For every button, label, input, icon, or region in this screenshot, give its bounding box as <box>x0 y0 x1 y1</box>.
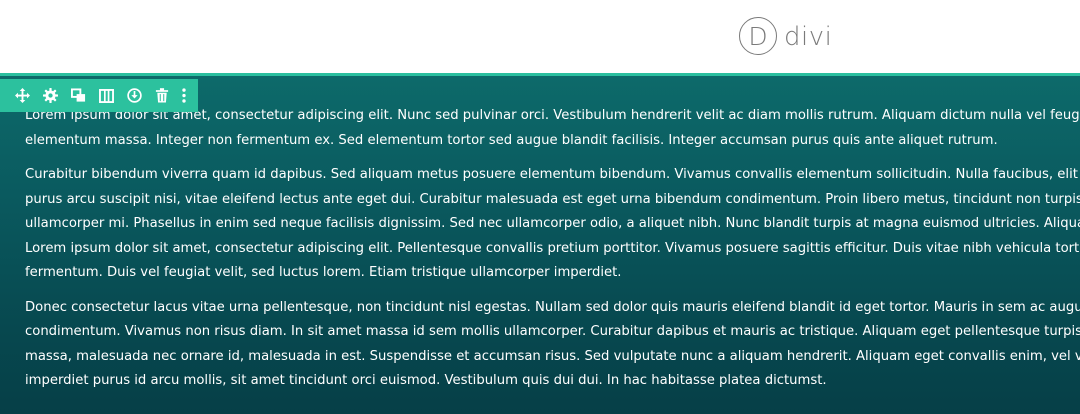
columns-button[interactable] <box>92 79 120 112</box>
paragraph: Curabitur bibendum viverra quam id dapib… <box>25 163 1080 286</box>
divi-logo[interactable]: D divi <box>739 15 832 57</box>
settings-button[interactable] <box>36 79 64 112</box>
logo-wordmark: divi <box>784 21 833 52</box>
columns-icon <box>98 88 114 103</box>
move-button[interactable] <box>8 79 36 112</box>
delete-button[interactable] <box>148 79 176 112</box>
save-library-button[interactable] <box>120 79 148 112</box>
move-icon <box>14 88 30 103</box>
text-line: imperdiet purus id arcu mollis, sit amet… <box>25 373 827 388</box>
text-line: elementum massa. Integer non fermentum e… <box>25 132 998 148</box>
trash-icon <box>155 88 169 103</box>
text-line: Curabitur bibendum viverra quam id dapib… <box>25 167 1080 182</box>
text-line: purus arcu suscipit nisi, vitae eleifend… <box>25 191 1080 207</box>
text-section: Lorem ipsum dolor sit amet, consectetur … <box>0 73 1080 414</box>
text-line: Lorem ipsum dolor sit amet, consectetur … <box>25 240 1080 256</box>
save-icon <box>126 88 142 103</box>
logo-mark: D <box>739 17 777 55</box>
text-line: massa, malesuada nec ornare id, malesuad… <box>25 348 1080 364</box>
text-line: fermentum. Duis vel feugiat velit, sed l… <box>25 265 622 280</box>
text-line: Donec consectetur lacus vitae urna pelle… <box>25 299 1080 315</box>
more-button[interactable] <box>176 79 192 112</box>
paragraph: Donec consectetur lacus vitae urna pelle… <box>25 296 1080 394</box>
section-toolbar <box>0 79 198 112</box>
site-header: D divi <box>0 0 1080 73</box>
text-line: ullamcorper mi. Phasellus in enim sed ne… <box>25 216 1080 231</box>
text-module[interactable]: Lorem ipsum dolor sit amet, consectetur … <box>25 104 1080 404</box>
gear-icon <box>42 88 58 103</box>
text-line: condimentum. Vivamus non risus diam. In … <box>25 324 1080 339</box>
duplicate-button[interactable] <box>64 79 92 112</box>
more-icon <box>182 88 186 103</box>
duplicate-icon <box>70 88 85 102</box>
